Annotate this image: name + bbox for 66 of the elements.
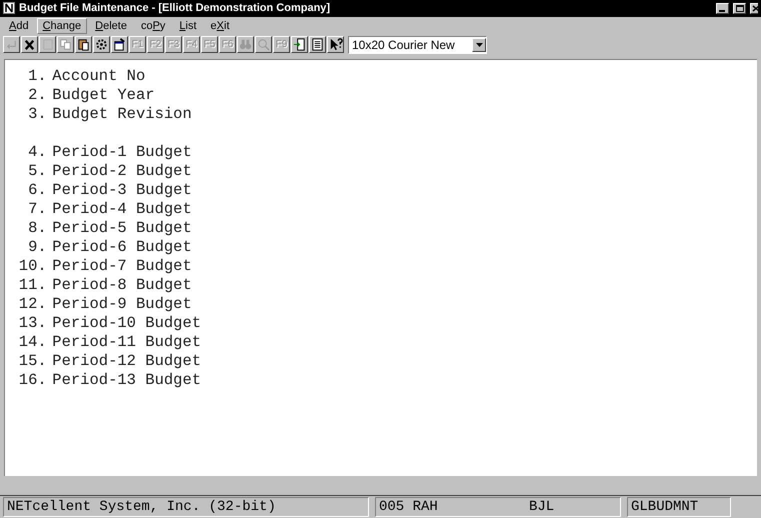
dropdown-arrow-icon [476, 42, 482, 47]
toolbar-button[interactable] [75, 36, 92, 54]
menu-item[interactable]: List [173, 18, 203, 34]
field-label: Period-1 Budget [52, 143, 192, 162]
window-title: Budget File Maintenance - [Elliott Demonstration Company] [19, 2, 330, 14]
gear-icon [94, 37, 109, 52]
toolbar-button[interactable] [21, 36, 38, 54]
field-label: Period-2 Budget [52, 162, 192, 182]
toolbar-button[interactable] [327, 36, 344, 54]
field-label: Period-8 Budget [52, 276, 192, 296]
field-label: Period-10 Budget [52, 314, 202, 334]
close-button[interactable] [750, 2, 758, 14]
toolbar-button[interactable] [291, 36, 308, 54]
paste-icon [76, 37, 91, 52]
field-number: 11. [18, 276, 47, 296]
field-label: Period-7 Budget [52, 257, 192, 276]
field-label: Period-4 Budget [52, 200, 192, 220]
field-label: Period-9 Budget [52, 295, 192, 314]
field-number: 5. [27, 162, 47, 182]
toolbar-button[interactable] [111, 36, 128, 54]
copy-icon [58, 37, 73, 52]
field-label: Account No [52, 67, 146, 86]
properties-icon [112, 37, 127, 52]
field-label: Budget Revision [52, 105, 192, 124]
toolbar-button[interactable] [93, 36, 110, 54]
field-label: Budget Year [52, 86, 155, 106]
user-status: BJL [529, 499, 554, 516]
minimize-button[interactable] [716, 2, 729, 14]
search-icon [256, 37, 271, 52]
field-label: Period-3 Budget [52, 181, 192, 200]
field-number: 8. [27, 219, 47, 238]
field-number: 9. [27, 238, 47, 258]
maximize-icon [736, 4, 744, 12]
field-number: 13. [18, 314, 47, 334]
field-label: Period-12 Budget [52, 352, 202, 372]
exit-door-icon [292, 37, 307, 52]
close-icon [752, 4, 758, 12]
field-label: Period-5 Budget [52, 219, 192, 238]
cancel-icon [22, 37, 37, 52]
field-number: 4. [27, 143, 47, 162]
field-label: Period-13 Budget [52, 371, 202, 390]
field-number: 3. [27, 105, 47, 124]
field-number: 2. [27, 86, 47, 106]
notepad-icon [310, 37, 325, 52]
field-number: 12. [18, 295, 47, 314]
toolbar-button[interactable] [309, 36, 326, 54]
maximize-button[interactable] [733, 2, 746, 14]
menu-item[interactable]: coPy [134, 18, 172, 34]
field-number: 14. [18, 333, 47, 352]
company-status: NETcellent System, Inc. (32-bit) [3, 497, 369, 517]
field-label: Period-6 Budget [52, 238, 192, 258]
font-dropdown[interactable]: 10x20 Courier New [348, 36, 487, 54]
field-label: Period-11 Budget [52, 333, 202, 352]
program-status: GLBUDMNT [627, 497, 731, 517]
field-number: 10. [18, 257, 47, 276]
field-number: 15. [18, 352, 47, 372]
menu-item[interactable]: Change [36, 18, 88, 34]
field-number: 6. [27, 181, 47, 200]
field-number: 16. [18, 371, 47, 390]
menu-item[interactable]: Add [3, 18, 35, 34]
help-icon [328, 37, 343, 52]
terminal-status: 005 RAH [379, 499, 439, 516]
menu-item[interactable]: Delete [89, 18, 133, 34]
field-number: 1. [27, 67, 47, 86]
field-number: 7. [27, 200, 47, 220]
menu-item[interactable]: eXit [204, 18, 236, 34]
